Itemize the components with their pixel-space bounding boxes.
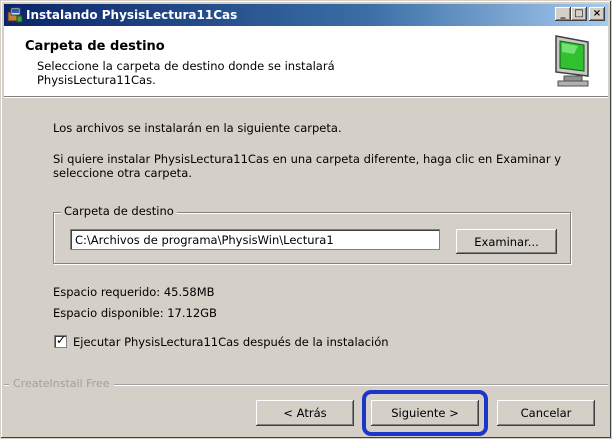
header-panel: Carpeta de destino Seleccione la carpeta… xyxy=(4,26,608,96)
instructions-text: Si quiere instalar PhysisLectura11Cas en… xyxy=(53,152,562,180)
close-icon: × xyxy=(592,8,602,19)
run-after-install-checkbox[interactable]: ✓ xyxy=(54,333,67,348)
maximize-icon: □ xyxy=(574,8,584,19)
next-button-highlight xyxy=(362,390,488,436)
intro-text: Los archivos se instalarán en la siguien… xyxy=(53,121,342,135)
back-button[interactable]: < Atrás xyxy=(256,400,354,426)
footer-brand-label: CreateInstall Free xyxy=(9,377,114,390)
monitor-icon xyxy=(555,35,589,87)
run-after-install-label[interactable]: Ejecutar PhysisLectura11Cas después de l… xyxy=(73,335,389,349)
checkmark-icon: ✓ xyxy=(56,333,67,347)
maximize-button[interactable]: □ xyxy=(571,7,587,21)
installer-app-icon xyxy=(7,7,23,23)
page-subtitle: Seleccione la carpeta de destino donde s… xyxy=(37,59,335,87)
browse-button[interactable]: Examinar... xyxy=(456,229,557,254)
window-title: Instalando PhysisLectura11Cas xyxy=(26,8,238,22)
space-available-text: Espacio disponible: 17.12GB xyxy=(53,306,217,320)
installer-window: Instalando PhysisLectura11Cas _ □ × Carp… xyxy=(0,0,612,439)
page-title: Carpeta de destino xyxy=(25,39,165,54)
title-bar[interactable]: Instalando PhysisLectura11Cas _ □ × xyxy=(4,4,608,26)
groupbox-label: Carpeta de destino xyxy=(61,204,177,218)
cancel-button[interactable]: Cancelar xyxy=(497,400,595,426)
minimize-icon: _ xyxy=(560,8,566,19)
close-button[interactable]: × xyxy=(589,7,605,21)
space-required-text: Espacio requerido: 45.58MB xyxy=(53,285,215,299)
minimize-button[interactable]: _ xyxy=(555,7,571,21)
destination-path-input[interactable] xyxy=(70,229,440,250)
header-separator xyxy=(4,96,608,98)
